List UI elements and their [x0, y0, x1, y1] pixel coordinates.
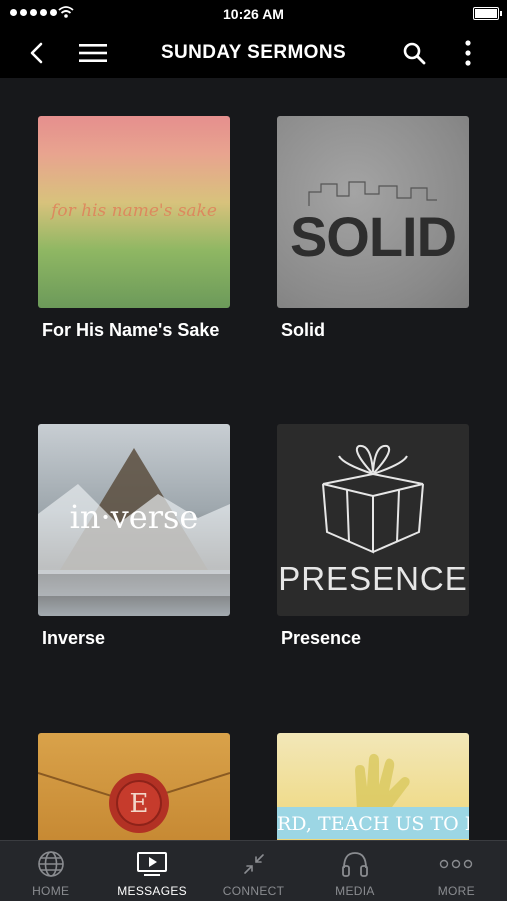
artwork-band — [38, 570, 230, 596]
vertical-dots-icon — [465, 40, 471, 66]
tab-media[interactable]: MEDIA — [304, 841, 405, 901]
artwork-text: E — [129, 789, 149, 819]
globe-icon — [37, 851, 64, 877]
raised-hand-image — [355, 753, 410, 811]
video-icon — [137, 852, 168, 876]
gift-box-drawing — [322, 444, 424, 554]
sermon-artwork[interactable]: for his name's sake — [38, 116, 230, 308]
sermon-title[interactable]: Inverse — [38, 627, 222, 650]
tab-bar: HOME MESSAGES CONNECT MEDIA MORE — [0, 840, 507, 901]
sermon-title[interactable]: For His Name's Sake — [38, 319, 222, 342]
sermon-title[interactable]: Solid — [277, 319, 461, 342]
sermon-artwork[interactable]: SOLID — [277, 116, 469, 308]
sermon-artwork[interactable]: E — [38, 733, 230, 840]
sermon-title[interactable]: Presence — [277, 627, 461, 650]
page-title: SUNDAY SERMONS — [160, 42, 347, 63]
sermon-card[interactable]: RD, TEACH US TO PR — [277, 733, 469, 840]
status-bar: 10:26 AM — [0, 0, 507, 28]
tab-label: MESSAGES — [117, 884, 187, 898]
sermon-card[interactable]: in·verse Inverse — [38, 424, 230, 650]
sermon-artwork[interactable]: in·verse — [38, 424, 230, 616]
tab-label: MEDIA — [335, 884, 375, 898]
tab-connect[interactable]: CONNECT — [203, 841, 304, 901]
sermon-card[interactable]: SOLID Solid — [277, 116, 469, 342]
tab-label: HOME — [32, 884, 70, 898]
sermon-card[interactable]: for his name's sake For His Name's Sake — [38, 116, 230, 342]
sermon-artwork[interactable]: PRESENCE — [277, 424, 469, 616]
artwork-text: in·verse — [69, 498, 199, 536]
nav-bar: SUNDAY SERMONS — [0, 28, 507, 78]
tab-label: MORE — [437, 884, 475, 898]
search-button[interactable] — [399, 38, 429, 68]
artwork-text: SOLID — [289, 205, 457, 268]
more-options-button[interactable] — [453, 38, 483, 68]
sermon-grid: for his name's sake For His Name's Sake … — [0, 78, 507, 840]
artwork-text: PRESENCE — [278, 560, 468, 597]
wax-seal-image — [38, 772, 230, 833]
battery-icon — [473, 7, 502, 20]
search-icon — [403, 42, 426, 65]
tab-messages[interactable]: MESSAGES — [101, 841, 202, 901]
tab-home[interactable]: HOME — [0, 841, 101, 901]
connect-arrows-icon — [243, 854, 264, 874]
sermon-artwork[interactable]: RD, TEACH US TO PR — [277, 733, 469, 840]
sermon-card[interactable]: E — [38, 733, 230, 840]
tab-label: CONNECT — [222, 884, 285, 898]
artwork-text: for his name's sake — [51, 201, 217, 221]
status-time: 10:26 AM — [223, 6, 284, 22]
artwork-text: RD, TEACH US TO PR — [277, 813, 469, 835]
more-dots-icon — [440, 859, 473, 869]
headphones-icon — [342, 852, 368, 877]
sermon-card[interactable]: PRESENCE Presence — [277, 424, 469, 650]
tab-more[interactable]: MORE — [406, 841, 507, 901]
